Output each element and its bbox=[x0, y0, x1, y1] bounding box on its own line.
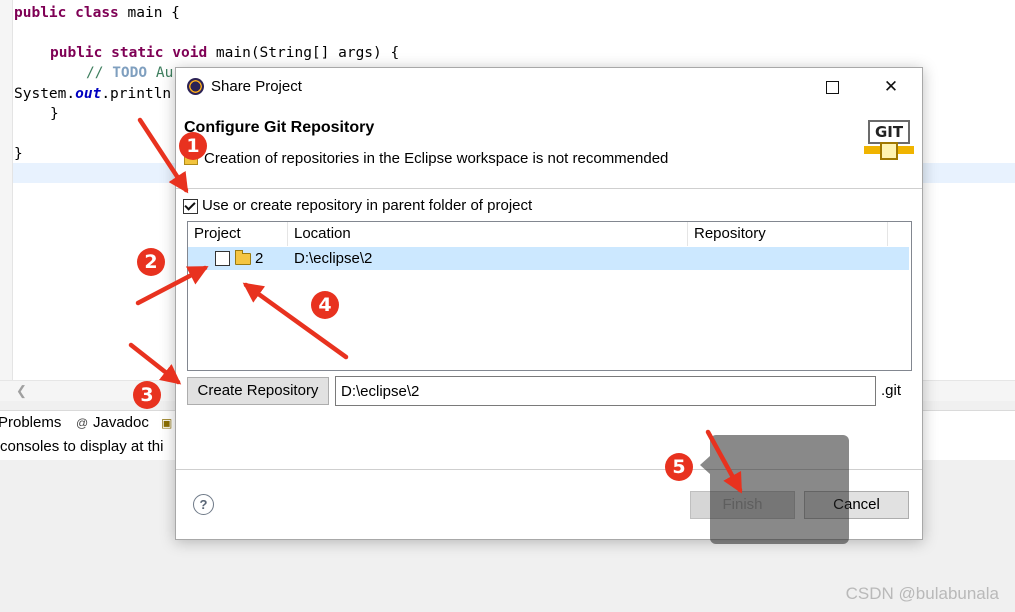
watermark: CSDN @bulabunala bbox=[845, 584, 999, 603]
arrow-1 bbox=[137, 117, 189, 194]
step-marker-3: 3 bbox=[133, 381, 161, 409]
step-marker-4: 4 bbox=[311, 291, 339, 319]
annotation-arrows bbox=[128, 117, 743, 494]
step-marker-2: 2 bbox=[137, 248, 165, 276]
arrow-3 bbox=[128, 342, 182, 385]
step-marker-5: 5 bbox=[665, 453, 693, 481]
step-marker-1: 1 bbox=[179, 132, 207, 160]
arrow-5 bbox=[705, 429, 743, 494]
